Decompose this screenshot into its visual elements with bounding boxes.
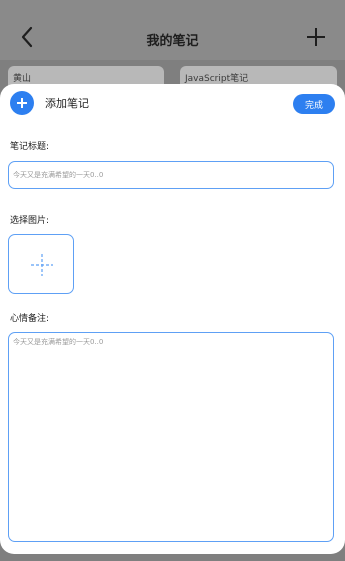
mood-notes-label: 心情备注: [10, 314, 50, 324]
done-button[interactable]: 完成 [293, 94, 335, 114]
note-card-title: 黄山 [13, 74, 32, 84]
select-image-label: 选择图片: [10, 216, 50, 226]
plus-icon[interactable] [305, 26, 327, 48]
note-card-title: JavaScript笔记 [185, 74, 249, 84]
add-note-icon[interactable] [10, 91, 34, 115]
modal-title: 添加笔记 [45, 97, 89, 110]
note-title-input[interactable] [8, 161, 334, 189]
note-title-label: 笔记标题: [10, 142, 50, 152]
page-title: 我的笔记 [146, 34, 199, 49]
image-picker[interactable] [8, 234, 74, 294]
dashed-plus-icon [31, 254, 53, 276]
add-note-modal: 添加笔记 完成 笔记标题: 选择图片: 心情备注: [0, 84, 345, 554]
plus-icon [17, 98, 27, 108]
mood-notes-textarea[interactable] [8, 332, 334, 542]
